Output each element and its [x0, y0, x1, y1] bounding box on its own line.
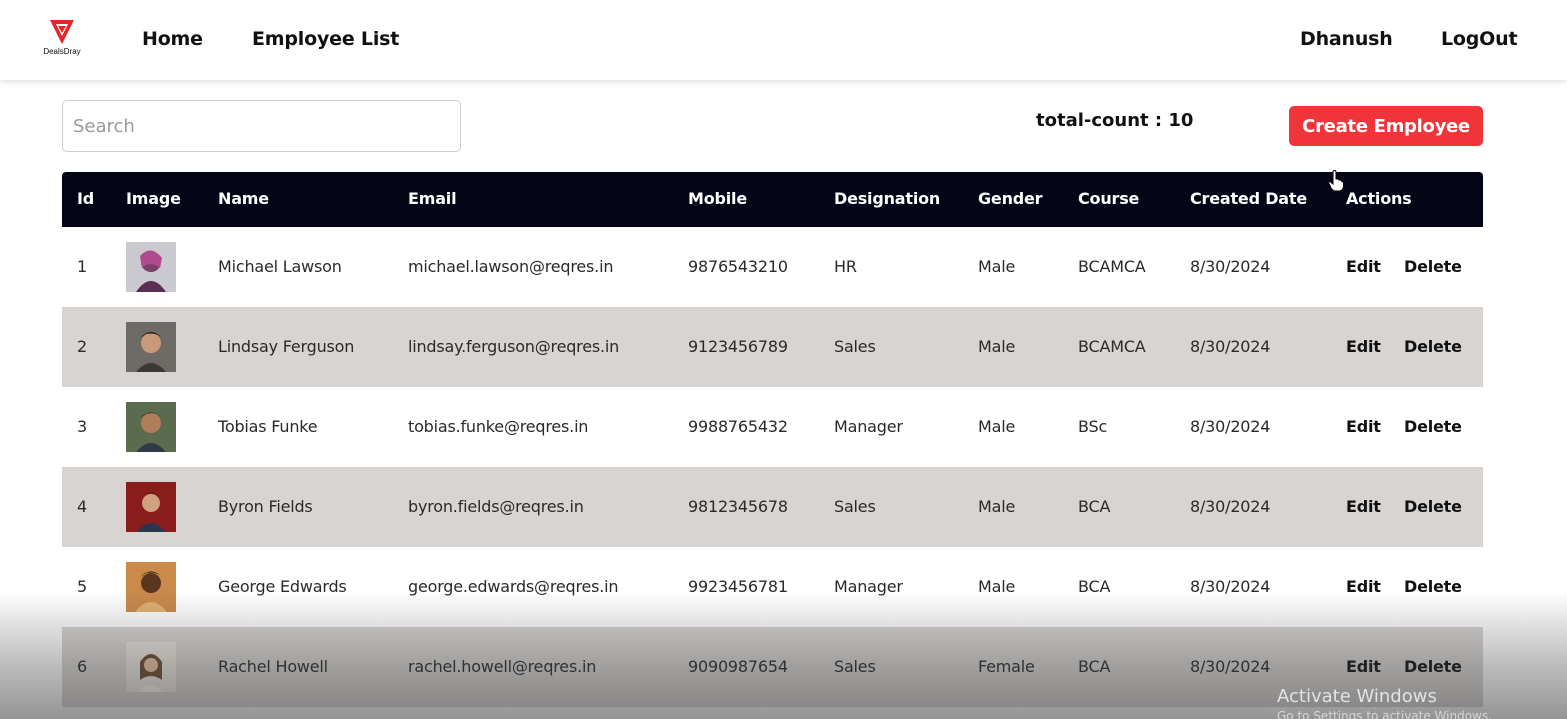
header-actions: Actions [1346, 189, 1412, 208]
cell-id: 5 [77, 577, 87, 596]
table-row: 3 Tobias Funke tobias.funke@reqres.in 99… [62, 387, 1483, 467]
cell-id: 3 [77, 417, 87, 436]
table-header: Id Image Name Email Mobile Designation G… [62, 172, 1483, 227]
cell-gender: Male [978, 417, 1016, 436]
cell-email: michael.lawson@reqres.in [408, 257, 614, 276]
search-input[interactable] [62, 100, 461, 152]
header-course: Course [1078, 189, 1140, 208]
avatar [126, 322, 176, 372]
header-mobile: Mobile [688, 189, 747, 208]
avatar [126, 242, 176, 292]
employee-table: Id Image Name Email Mobile Designation G… [62, 172, 1483, 707]
table-row: 1 Michael Lawson michael.lawson@reqres.i… [62, 227, 1483, 307]
create-employee-button[interactable]: Create Employee [1289, 106, 1483, 146]
cell-name: Tobias Funke [218, 417, 318, 436]
cell-mobile: 9876543210 [688, 257, 788, 276]
nav-home-link[interactable]: Home [142, 28, 203, 50]
cell-gender: Male [978, 337, 1016, 356]
cell-designation: Sales [834, 337, 876, 356]
cell-gender: Male [978, 257, 1016, 276]
edit-button[interactable]: Edit [1346, 577, 1381, 596]
cell-course: BCA [1078, 577, 1111, 596]
activate-windows-subtext: Go to Settings to activate Windows. [1277, 709, 1492, 719]
edit-button[interactable]: Edit [1346, 337, 1381, 356]
cell-name: Lindsay Ferguson [218, 337, 355, 356]
table-row: 2 Lindsay Ferguson lindsay.ferguson@reqr… [62, 307, 1483, 387]
cell-designation: Manager [834, 577, 903, 596]
cell-id: 4 [77, 497, 87, 516]
header-gender: Gender [978, 189, 1043, 208]
cell-gender: Female [978, 657, 1035, 676]
cell-gender: Male [978, 577, 1016, 596]
logo-icon [50, 20, 74, 44]
edit-button[interactable]: Edit [1346, 657, 1381, 676]
avatar [126, 562, 176, 612]
cell-course: BCAMCA [1078, 337, 1146, 356]
edit-button[interactable]: Edit [1346, 417, 1381, 436]
cell-course: BCA [1078, 497, 1111, 516]
delete-button[interactable]: Delete [1404, 657, 1462, 676]
header-email: Email [408, 189, 457, 208]
cell-created-date: 8/30/2024 [1190, 497, 1271, 516]
cell-gender: Male [978, 497, 1016, 516]
nav-employee-list-link[interactable]: Employee List [252, 28, 399, 50]
cell-mobile: 9123456789 [688, 337, 788, 356]
avatar [126, 482, 176, 532]
cell-designation: Sales [834, 497, 876, 516]
header-image: Image [126, 189, 181, 208]
dealsdray-logo[interactable]: DealsDray [38, 18, 86, 62]
cell-mobile: 9090987654 [688, 657, 788, 676]
avatar [126, 402, 176, 452]
header-designation: Designation [834, 189, 941, 208]
delete-button[interactable]: Delete [1404, 497, 1462, 516]
delete-button[interactable]: Delete [1404, 417, 1462, 436]
delete-button[interactable]: Delete [1404, 337, 1462, 356]
nav-username: Dhanush [1300, 28, 1393, 50]
edit-button[interactable]: Edit [1346, 497, 1381, 516]
total-count: total-count : 10 [1036, 110, 1194, 131]
header-id: Id [77, 189, 95, 208]
logo-text: DealsDray [43, 47, 81, 56]
cell-email: byron.fields@reqres.in [408, 497, 584, 516]
cell-id: 2 [77, 337, 87, 356]
cell-id: 6 [77, 657, 87, 676]
cell-designation: HR [834, 257, 857, 276]
avatar [126, 642, 176, 692]
cell-name: Byron Fields [218, 497, 313, 516]
cell-email: tobias.funke@reqres.in [408, 417, 589, 436]
cell-created-date: 8/30/2024 [1190, 577, 1271, 596]
cell-name: Michael Lawson [218, 257, 342, 276]
hand-cursor-icon [1328, 170, 1344, 192]
cell-designation: Sales [834, 657, 876, 676]
cell-designation: Manager [834, 417, 903, 436]
table-row: 4 Byron Fields byron.fields@reqres.in 98… [62, 467, 1483, 547]
cell-mobile: 9988765432 [688, 417, 788, 436]
top-navbar: DealsDray Home Employee List Dhanush Log… [0, 0, 1567, 80]
cell-created-date: 8/30/2024 [1190, 657, 1271, 676]
activate-windows-watermark: Activate Windows [1277, 686, 1437, 707]
cell-email: lindsay.ferguson@reqres.in [408, 337, 620, 356]
cell-course: BCA [1078, 657, 1111, 676]
edit-button[interactable]: Edit [1346, 257, 1381, 276]
delete-button[interactable]: Delete [1404, 257, 1462, 276]
delete-button[interactable]: Delete [1404, 577, 1462, 596]
table-row: 6 Rachel Howell rachel.howell@reqres.in … [62, 627, 1483, 707]
cell-name: George Edwards [218, 577, 347, 596]
cell-id: 1 [77, 257, 87, 276]
cell-course: BCAMCA [1078, 257, 1146, 276]
cell-mobile: 9923456781 [688, 577, 788, 596]
header-name: Name [218, 189, 269, 208]
header-created-date: Created Date [1190, 189, 1307, 208]
table-row: 5 George Edwards george.edwards@reqres.i… [62, 547, 1483, 627]
cell-created-date: 8/30/2024 [1190, 257, 1271, 276]
cell-created-date: 8/30/2024 [1190, 417, 1271, 436]
cell-created-date: 8/30/2024 [1190, 337, 1271, 356]
cell-email: george.edwards@reqres.in [408, 577, 619, 596]
cell-mobile: 9812345678 [688, 497, 788, 516]
nav-logout-link[interactable]: LogOut [1441, 28, 1518, 50]
cell-course: BSc [1078, 417, 1108, 436]
cell-name: Rachel Howell [218, 657, 328, 676]
cell-email: rachel.howell@reqres.in [408, 657, 597, 676]
